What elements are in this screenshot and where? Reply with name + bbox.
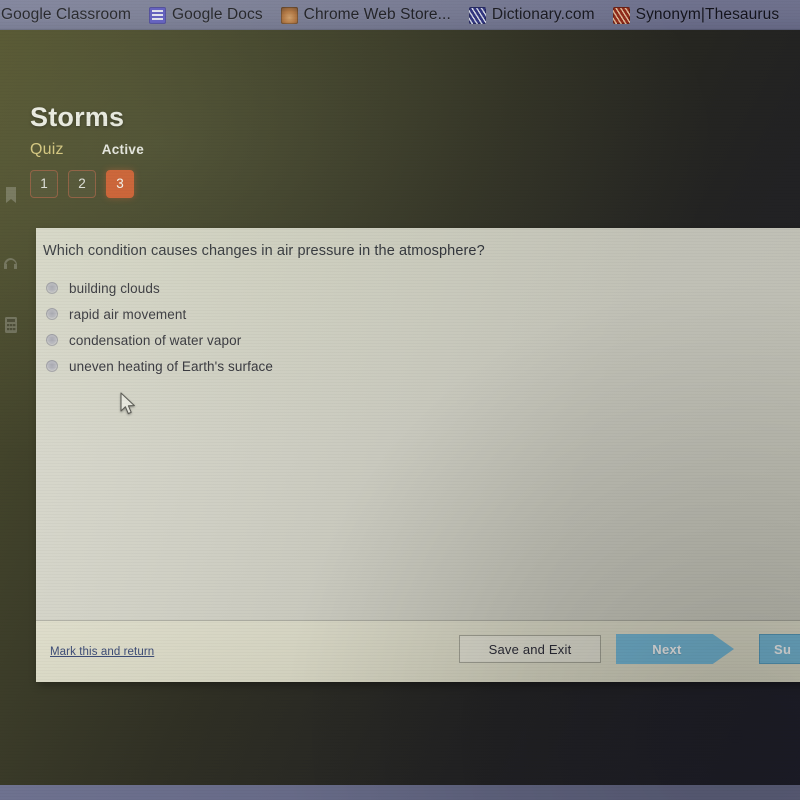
answer-option[interactable]: condensation of water vapor [46, 327, 486, 353]
quiz-tabs: Quiz Active [30, 141, 450, 159]
question-number-3[interactable]: 3 [106, 169, 134, 198]
bookmark-google-classroom[interactable]: Google Classroom [0, 2, 140, 28]
headphones-icon[interactable] [1, 255, 21, 275]
answer-option[interactable]: building clouds [46, 275, 486, 301]
question-number-2[interactable]: 2 [68, 169, 96, 198]
answer-option-label: building clouds [69, 280, 160, 296]
quiz-status-badge: Active [101, 141, 145, 157]
bookmark-chrome-web-store[interactable]: Chrome Web Store... [272, 2, 460, 28]
answer-option[interactable]: uneven heating of Earth's surface [46, 353, 486, 379]
calculator-icon[interactable] [1, 315, 21, 335]
tab-quiz[interactable]: Quiz [30, 141, 64, 159]
bookmark-dictionary[interactable]: Dictionary.com [460, 2, 604, 28]
answer-options-list: building clouds rapid air movement conde… [46, 275, 486, 379]
google-docs-icon [148, 6, 166, 24]
bookmark-google-docs[interactable]: Google Docs [140, 2, 272, 28]
question-number-1[interactable]: 1 [30, 169, 58, 198]
bookmark-label: Synonym|Thesaurus [635, 6, 780, 23]
radio-button-icon[interactable] [46, 360, 58, 372]
next-button-label: Next [652, 641, 682, 657]
radio-button-icon[interactable] [46, 282, 58, 294]
radio-button-icon[interactable] [46, 334, 58, 346]
chrome-web-store-icon [280, 6, 298, 24]
answer-option-label: rapid air movement [69, 306, 187, 322]
quiz-header: Storms Quiz Active 1 2 3 [30, 102, 450, 198]
bookmark-label: Google Classroom [1, 6, 131, 23]
dictionary-icon [468, 6, 486, 24]
submit-button-label: Su [774, 641, 792, 657]
save-and-exit-button[interactable]: Save and Exit [459, 635, 601, 663]
answer-option-label: condensation of water vapor [69, 332, 242, 348]
question-number-nav: 1 2 3 [30, 169, 450, 198]
mark-this-and-return-link[interactable]: Mark this and return [50, 646, 154, 658]
bookmark-label: Dictionary.com [491, 6, 595, 23]
quiz-footer: Mark this and return Save and Exit Next … [36, 621, 800, 682]
page-title: Storms [30, 102, 125, 132]
radio-button-icon[interactable] [46, 308, 58, 320]
thesaurus-icon [612, 6, 630, 24]
bookmark-icon[interactable] [1, 185, 21, 205]
bookmark-thesaurus[interactable]: Synonym|Thesaurus [604, 2, 789, 28]
bookmark-label: Chrome Web Store... [303, 6, 451, 23]
submit-button[interactable]: Su [759, 634, 800, 664]
bookmarks-bar: Google Classroom Google Docs Chrome Web … [0, 0, 800, 30]
answer-option[interactable]: rapid air movement [46, 301, 486, 327]
quiz-content-panel: Which condition causes changes in air pr… [36, 228, 800, 682]
next-button[interactable]: Next [616, 634, 734, 664]
bookmark-label: Google Docs [171, 6, 263, 23]
answer-option-label: uneven heating of Earth's surface [69, 358, 274, 374]
left-rail [0, 30, 24, 430]
screen-photo: Google Classroom Google Docs Chrome Web … [0, 0, 800, 800]
question-text: Which condition causes changes in air pr… [43, 243, 485, 259]
